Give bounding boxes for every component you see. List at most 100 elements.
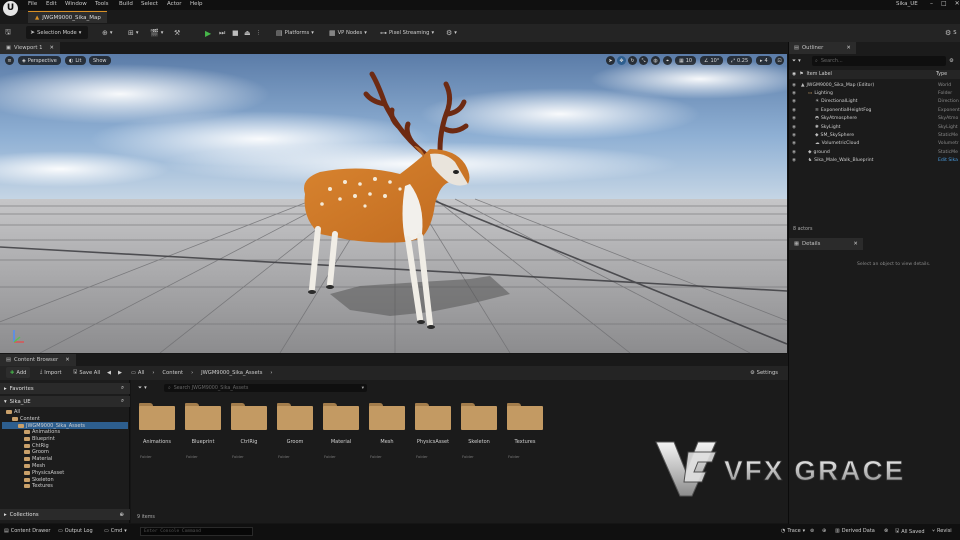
outliner-filter-button[interactable]: ⏷ ▾ [792,56,801,66]
derived-data-button[interactable]: ▥ Derived Data [835,528,875,534]
visibility-icon[interactable]: ◉ [792,150,796,155]
menu-file[interactable]: File [28,1,37,7]
menu-build[interactable]: Build [119,1,133,7]
maximize-viewport-icon[interactable]: ⊡ [775,56,784,65]
output-log-button[interactable]: ▭ Output Log [58,528,93,534]
tree-item-groom[interactable]: Groom [24,449,49,455]
tree-item-assets-folder[interactable]: JWGM9000_Sika_Assets [2,422,128,429]
translate-icon[interactable]: ✥ [617,56,626,65]
platforms-button[interactable]: ▤ Platforms ▾ [276,27,314,39]
scale-icon[interactable]: ⤡ [639,56,648,65]
tree-item-material[interactable]: Material [24,456,52,462]
step-button[interactable]: ⏭ [219,27,225,39]
blueprints-button[interactable]: ⊞ ▾ [128,27,138,39]
cinematics-button[interactable]: 🎬 ▾ [150,27,163,39]
notification-icon[interactable]: ⊗ [884,528,888,534]
outliner-row[interactable]: ◉ ☀ DirectionalLight Direction [789,98,960,106]
maximize-icon[interactable]: □ [941,0,947,7]
tree-item-mesh[interactable]: Mesh [24,463,45,469]
breadcrumb-assets[interactable]: JWGM9000_Sika_Assets [201,370,262,376]
breadcrumb-content[interactable]: Content [162,370,183,376]
visibility-icon[interactable]: ◉ [792,83,796,88]
close-icon[interactable]: ✕ [50,45,54,51]
rotate-icon[interactable]: ↻ [628,56,637,65]
history-back-button[interactable]: ◀ [107,367,111,378]
visibility-icon[interactable]: ◉ [792,72,796,77]
col-type[interactable]: Type [936,72,947,77]
select-mode-icon[interactable]: ➤ [606,56,615,65]
pin-icon[interactable]: ⚑ [799,72,803,77]
tree-item-chtrig[interactable]: ChtRig [24,443,49,449]
outliner-row[interactable]: ◉ ≋ ExponentialHeightFog Exponent [789,106,960,114]
tree-item-physicsasset[interactable]: PhysicsAsset [24,470,64,476]
show-button[interactable]: Show [89,56,111,65]
outliner-row[interactable]: ◉ ▭ Lighting Folder [789,89,960,97]
modes-button[interactable]: ⚒ [174,27,180,39]
folder-tile[interactable]: Mesh Folder [367,400,407,462]
search-icon[interactable]: ⌕ [121,385,124,392]
collections-section[interactable]: ▸ Collections ⊕ [0,509,130,520]
details-tab[interactable]: ▦ Details ✕ [789,238,863,250]
network-icon[interactable]: ⊕ [822,528,826,534]
content-drawer-button[interactable]: ▤ Content Drawer [4,528,50,534]
folder-tile[interactable]: Material Folder [321,400,361,462]
camera-speed-button[interactable]: ▸ 4 [756,56,772,65]
outliner-row[interactable]: ◉ ◆ ground StaticMe [789,148,960,156]
menu-actor[interactable]: Actor [167,1,181,7]
close-icon[interactable]: ✕ [955,0,960,7]
outliner-row[interactable]: ◉ ✺ SkyLight SkyLight [789,123,960,131]
add-collection-icon[interactable]: ⊕ [120,512,124,518]
outliner-row[interactable]: ◉ ♞ Sika_Male_Walk_Blueprint Edit Sika [789,157,960,165]
folder-tile[interactable]: Textures Folder [505,400,545,462]
cmd-dropdown[interactable]: ▭ Cmd ▾ [104,528,127,534]
extra-toolbar-button[interactable]: ⚙ ▾ [446,27,457,39]
close-icon[interactable]: ✕ [846,45,850,51]
selection-mode-dropdown[interactable]: ➤ Selection Mode ▾ [26,26,88,39]
tree-item-blueprint[interactable]: Blueprint [24,436,55,442]
save-current-icon[interactable]: 🖫 [5,27,11,39]
project-section[interactable]: ▾ Sika_UE ⌕ [0,396,130,407]
tree-item-animations[interactable]: Animations [24,429,60,435]
menu-edit[interactable]: Edit [46,1,57,7]
eject-button[interactable]: ⏏ [244,27,251,39]
col-item-label[interactable]: Item Label [807,72,832,77]
content-browser-tab[interactable]: ▤ Content Browser ✕ [0,354,76,366]
outliner-row[interactable]: ◉ ◓ SkyAtmosphere SkyAtmo [789,115,960,123]
visibility-icon[interactable]: ◉ [792,108,796,113]
folder-tile[interactable]: PhysicsAsset Folder [413,400,453,462]
level-tab[interactable]: ▲ JWGM9000_Sika_Map [28,11,107,23]
history-forward-button[interactable]: ▶ [118,367,122,378]
folder-tile[interactable]: Animations Folder [137,400,177,462]
vp-nodes-button[interactable]: ▦ VP Nodes ▾ [329,27,367,39]
outliner-row[interactable]: ◉ ☁ VolumetricCloud Volumetr [789,140,960,148]
outliner-settings-button[interactable]: ⚙ [949,56,954,66]
minimize-icon[interactable]: – [930,0,933,7]
add-button[interactable]: ✚ Add [6,367,31,378]
play-button[interactable]: ▶ [205,27,211,39]
rotation-snap-button[interactable]: ∠ 10° [700,56,724,65]
visibility-icon[interactable]: ◉ [792,141,796,146]
outliner-row[interactable]: ◉ ▲ JWGM9000_Sika_Map (Editor) World [789,81,960,89]
add-actor-button[interactable]: ⊕ ▾ [102,27,112,39]
play-options-button[interactable]: ⋮ [256,27,261,39]
close-icon[interactable]: ✕ [65,357,69,363]
source-control-icon[interactable]: ⊚ [810,528,814,534]
visibility-icon[interactable]: ◉ [792,116,796,121]
menu-help[interactable]: Help [190,1,203,7]
pixel-streaming-button[interactable]: ⊶ Pixel Streaming ▾ [380,27,434,39]
outliner-row-type[interactable]: Edit Sika [938,158,958,163]
save-all-button[interactable]: 🖫 Save All [73,367,100,378]
asset-search-input[interactable]: ⌕ Search JWGM9000_Sika_Assets ▾ [164,384,367,392]
visibility-icon[interactable]: ◉ [792,99,796,104]
editor-settings-button[interactable]: ⚙ S [945,27,957,39]
unreal-logo-icon[interactable]: U [3,1,18,16]
settings-button[interactable]: ⚙ Settings [750,367,778,378]
stop-button[interactable]: ■ [232,27,239,39]
menu-tools[interactable]: Tools [95,1,109,7]
tree-item-skeleton[interactable]: Skeleton [24,477,54,483]
search-icon[interactable]: ⌕ [121,398,124,405]
outliner-row[interactable]: ◉ ◆ SM_SkySphere StaticMe [789,131,960,139]
tree-item-all[interactable]: All [6,409,20,415]
grid-snap-button[interactable]: ▦ 10 [675,56,697,65]
folder-tile[interactable]: Blueprint Folder [183,400,223,462]
